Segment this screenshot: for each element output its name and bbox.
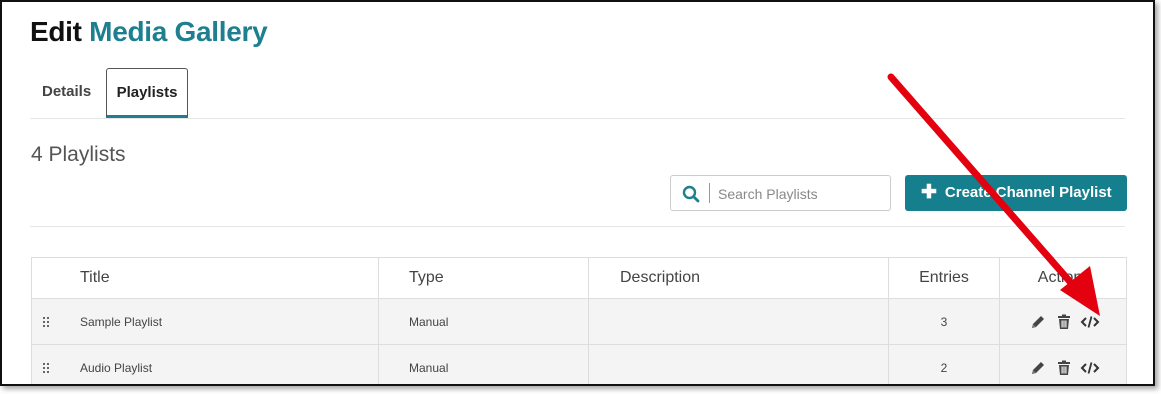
plus-icon: ✚ [921, 182, 937, 203]
embed-code-icon[interactable] [1080, 358, 1100, 378]
pencil-icon[interactable] [1028, 312, 1048, 332]
page-title-gallery-name: Media Gallery [89, 16, 268, 47]
search-input[interactable] [716, 182, 885, 206]
row-entries: 2 [889, 345, 1000, 384]
row-description [589, 299, 889, 344]
create-channel-playlist-label: Create Channel Playlist [944, 184, 1112, 201]
row-type: Manual [379, 299, 589, 344]
tab-playlists[interactable]: Playlists [106, 68, 188, 118]
header-title[interactable]: Title [32, 258, 379, 298]
search-separator [709, 183, 710, 203]
table-header-row: Title Type Description Entries Actions [32, 258, 1126, 299]
row-type: Manual [379, 345, 589, 384]
table-row: Sample Playlist Manual 3 [32, 299, 1126, 345]
row-title[interactable]: Sample Playlist [32, 299, 379, 344]
tab-details[interactable]: Details [30, 68, 103, 118]
page-title: Edit Media Gallery [30, 16, 268, 48]
search-box [670, 175, 891, 211]
row-description [589, 345, 889, 384]
pencil-icon[interactable] [1028, 358, 1048, 378]
create-channel-playlist-button[interactable]: ✚ Create Channel Playlist [905, 175, 1127, 211]
row-actions [1000, 345, 1128, 384]
embed-code-icon[interactable] [1080, 312, 1100, 332]
row-entries: 3 [889, 299, 1000, 344]
trash-icon[interactable] [1054, 312, 1074, 332]
section-divider [30, 226, 1125, 227]
trash-icon[interactable] [1054, 358, 1074, 378]
playlists-table: Title Type Description Entries Actions S… [31, 257, 1128, 384]
page-title-prefix: Edit [30, 16, 82, 47]
tab-bar: Details Playlists [30, 68, 1125, 119]
header-type[interactable]: Type [379, 258, 589, 298]
playlists-count: 4 Playlists [31, 143, 126, 166]
table-row: Audio Playlist Manual 2 [32, 345, 1128, 384]
search-icon[interactable] [682, 185, 700, 203]
header-actions: Actions [1037, 269, 1091, 286]
screenshot-frame: Edit Media Gallery Details Playlists 4 P… [0, 0, 1155, 386]
row-actions [1000, 299, 1128, 344]
header-description[interactable]: Description [589, 258, 889, 298]
header-entries[interactable]: Entries [889, 258, 1000, 298]
row-title[interactable]: Audio Playlist [32, 345, 379, 384]
